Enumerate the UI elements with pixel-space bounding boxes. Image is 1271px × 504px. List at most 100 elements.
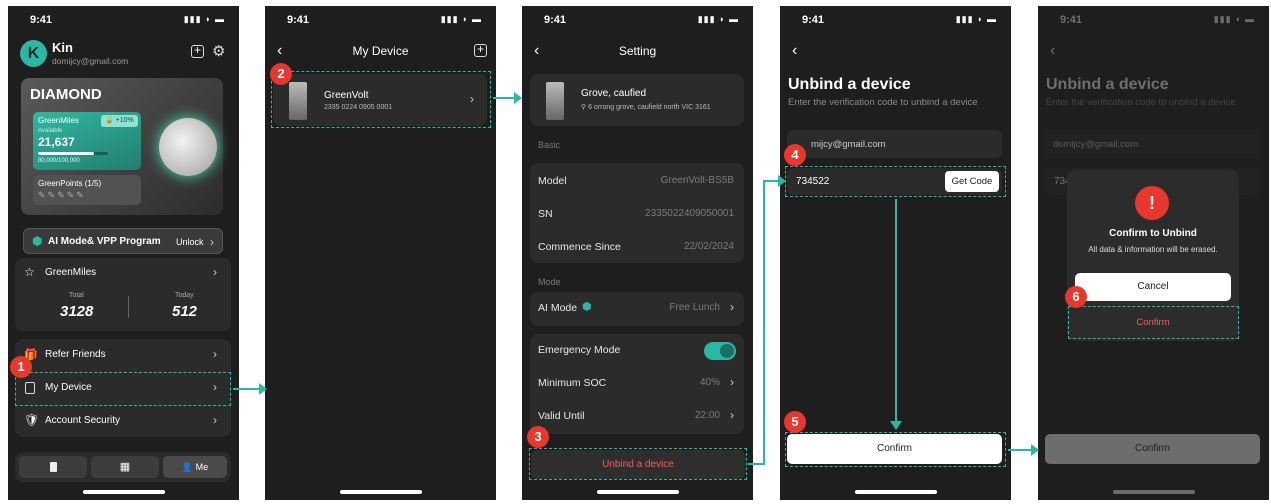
menu-item-account-security[interactable]: 🛡 Account Security › bbox=[15, 405, 231, 438]
commence-label: Commence Since bbox=[538, 241, 621, 253]
battery-icon bbox=[49, 462, 57, 472]
dialog-title: Confirm to Unbind bbox=[1109, 228, 1197, 239]
toggle-knob bbox=[720, 344, 734, 358]
step-badge-3: 3 bbox=[527, 426, 549, 448]
home-indicator bbox=[1113, 490, 1195, 494]
grid-icon: ▦ bbox=[119, 461, 131, 473]
status-time: 9:41 bbox=[30, 14, 53, 26]
back-icon[interactable]: ‹ bbox=[792, 42, 797, 60]
greenmiles-boost-badge: 🔒 +10% bbox=[101, 115, 138, 127]
email-value: domijcy@gmail.com bbox=[1053, 139, 1139, 150]
flow-arrow-3 bbox=[763, 175, 786, 187]
device-header-card: Grove, caufied ⚲ 6 orrong grove, caufiel… bbox=[530, 74, 744, 126]
status-icons: ▮▮▮ ◗ ▬ bbox=[955, 14, 997, 24]
add-icon[interactable]: + bbox=[191, 44, 204, 58]
email-field[interactable]: mijcy@gmail.com bbox=[787, 130, 1002, 158]
status-bar: 9:41 ▮▮▮ ◗ ▬ bbox=[780, 14, 1011, 28]
lock-icon: 🔒 bbox=[105, 117, 114, 124]
dialog-cancel-label: Cancel bbox=[1137, 281, 1169, 292]
add-device-icon[interactable]: + bbox=[474, 43, 487, 57]
gear-icon[interactable]: ⚙ bbox=[212, 42, 225, 60]
page-subtitle: Enter the verification code to unbind a … bbox=[1046, 97, 1236, 108]
basic-card: Model GreenVolt-BS5B SN 2335022409050001… bbox=[530, 163, 744, 263]
status-icons: ▮▮▮ ◗ ▬ bbox=[440, 14, 482, 24]
user-email: domijcy@gmail.com bbox=[52, 56, 129, 66]
device-name: Grove, caufied bbox=[581, 88, 647, 99]
step-badge-1: 1 bbox=[10, 356, 32, 378]
today-label: Today bbox=[175, 292, 194, 299]
greenpoints-box: GreenPoints (1/5) ✎✎✎✎✎ bbox=[33, 175, 141, 205]
confirm-label: Confirm bbox=[1134, 443, 1170, 454]
page-title: Setting bbox=[618, 44, 657, 58]
home-indicator bbox=[83, 490, 165, 494]
flow-arrow-5 bbox=[1008, 444, 1039, 456]
greenmiles-box: GreenMiles 🔒 +10% Available 21,637 80,00… bbox=[33, 112, 141, 170]
tab-me-label: Me bbox=[195, 462, 209, 472]
flow-arrow-1 bbox=[233, 383, 267, 395]
menu-label-security: Account Security bbox=[45, 415, 121, 426]
avatar[interactable]: K bbox=[20, 40, 47, 67]
tab-grid[interactable]: ▦ bbox=[91, 456, 159, 478]
chevron-right-icon: › bbox=[213, 265, 217, 279]
sn-label: SN bbox=[538, 208, 553, 220]
model-label: Model bbox=[538, 175, 567, 187]
available-label: Available bbox=[38, 128, 63, 134]
boost-text: +10% bbox=[115, 117, 134, 124]
user-name: Kin bbox=[52, 40, 73, 55]
emergency-card: Emergency Mode Minimum SOC 40% › Valid U… bbox=[530, 334, 744, 434]
tier-title: DIAMOND bbox=[30, 86, 102, 103]
gm-row-label: GreenMiles bbox=[45, 267, 97, 278]
valid-until-row[interactable]: Valid Until 22:00 › bbox=[530, 400, 744, 433]
valid-until-label: Valid Until bbox=[538, 410, 585, 422]
chevron-right-icon: › bbox=[730, 375, 734, 389]
valid-until-value: 22:00 bbox=[694, 410, 720, 421]
avatar-letter: K bbox=[27, 45, 40, 62]
greenmiles-title: GreenMiles bbox=[38, 116, 79, 125]
mode-section-label: Mode bbox=[538, 277, 561, 287]
warning-icon: ! bbox=[1135, 186, 1169, 220]
home-indicator bbox=[597, 490, 679, 494]
basic-section-label: Basic bbox=[538, 140, 561, 150]
hex-icon: ⬢ bbox=[582, 301, 592, 313]
device-address-text: 6 orrong grove, caufield north VIC 3161 bbox=[588, 104, 711, 111]
min-soc-row[interactable]: Minimum SOC 40% › bbox=[530, 367, 744, 400]
dialog-cancel-button[interactable]: Cancel bbox=[1075, 273, 1231, 301]
emergency-row: Emergency Mode bbox=[530, 334, 744, 367]
flow-line-3-horizontal bbox=[748, 463, 764, 465]
status-time: 9:41 bbox=[544, 14, 567, 26]
email-field: domijcy@gmail.com bbox=[1045, 130, 1260, 158]
home-indicator bbox=[340, 490, 422, 494]
miles-progress-bar bbox=[38, 152, 108, 155]
emergency-toggle[interactable] bbox=[704, 342, 736, 360]
sn-value: 2335022409050001 bbox=[645, 208, 734, 219]
greenmiles-summary-card[interactable]: ☆ GreenMiles › Total 3128 Today 512 bbox=[15, 258, 231, 331]
step-badge-4: 4 bbox=[784, 144, 806, 166]
chevron-right-icon: › bbox=[210, 235, 214, 249]
flow-line-3-vertical bbox=[763, 180, 765, 465]
menu-item-refer-friends[interactable]: 🎁 Refer Friends › bbox=[15, 339, 231, 372]
ai-mode-card[interactable]: AI Mode ⬢ Free Lunch › bbox=[530, 292, 744, 326]
tab-device[interactable] bbox=[19, 456, 87, 478]
screen-unbind-dialog: 9:41 ▮▮▮ ◗ ▬ ‹ Unbind a device Enter the… bbox=[1038, 6, 1269, 500]
greenpoints-icons: ✎✎✎✎✎ bbox=[38, 190, 86, 200]
page-title: Unbind a device bbox=[1046, 76, 1169, 93]
tab-me[interactable]: 👤 Me bbox=[163, 456, 227, 478]
tier-card[interactable]: DIAMOND GreenMiles 🔒 +10% Available 21,6… bbox=[21, 78, 223, 215]
person-icon: 👤 bbox=[181, 462, 194, 472]
screen-profile: 9:41 ▮▮▮ ◗ ▬ K Kin domijcy@gmail.com + ⚙… bbox=[8, 6, 239, 500]
confirm-button-disabled: Confirm bbox=[1045, 434, 1260, 464]
pin-icon: ⚲ bbox=[581, 104, 587, 111]
ai-mode-row[interactable]: AI Mode ⬢ Free Lunch › bbox=[530, 292, 744, 325]
ai-mode-label: AI Mode bbox=[538, 302, 578, 314]
highlight-device-card bbox=[271, 71, 491, 128]
page-title: My Device bbox=[352, 44, 409, 58]
menu-label-refer: Refer Friends bbox=[45, 349, 106, 360]
program-banner[interactable]: ⬢ AI Mode& VPP Program Unlock › bbox=[23, 228, 223, 254]
status-time: 9:41 bbox=[1060, 14, 1083, 26]
model-value: GreenVolt-BS5B bbox=[660, 175, 734, 186]
coin-icon bbox=[159, 118, 217, 176]
min-soc-label: Minimum SOC bbox=[538, 377, 607, 389]
program-unlock: Unlock bbox=[176, 237, 204, 247]
status-icons: ▮▮▮ ◗ ▬ bbox=[183, 14, 225, 24]
home-indicator bbox=[855, 490, 937, 494]
